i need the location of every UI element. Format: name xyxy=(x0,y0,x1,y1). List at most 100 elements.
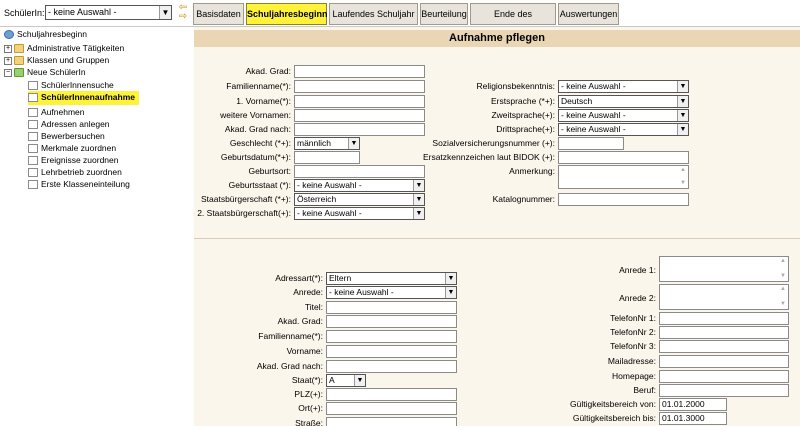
tab-beurteilung[interactable]: Beurteilung xyxy=(420,3,468,25)
anrede-select[interactable]: - keine Auswahl - ▼ xyxy=(326,286,457,299)
tree-item-klassen[interactable]: + Klassen und Gruppen xyxy=(4,54,109,66)
scroll-down-icon[interactable]: ▼ xyxy=(780,273,786,280)
tree-child-lehrbetrieb[interactable]: Lehrbetrieb zuordnen xyxy=(28,166,122,178)
swap-arrows-icon[interactable]: ⇦ ⇨ xyxy=(176,3,190,22)
tree-child-adressen-anlegen[interactable]: Adressen anlegen xyxy=(28,118,110,130)
geschlecht-select[interactable]: männlich ▼ xyxy=(294,137,360,150)
tree-child-label: Aufnehmen xyxy=(41,107,85,117)
telefon-3-input[interactable] xyxy=(659,340,789,353)
scroll-up-icon[interactable]: ▲ xyxy=(680,167,686,174)
tree-child-label: Erste Klasseneinteilung xyxy=(41,179,130,189)
sozialversicherung-input[interactable] xyxy=(558,137,624,150)
tree-child-klasseneinteilung[interactable]: Erste Klasseneinteilung xyxy=(28,178,130,190)
chevron-down-icon: ▼ xyxy=(677,110,688,121)
tree-item-label: Administrative Tätigkeiten xyxy=(27,43,125,53)
tab-ende-des-schuljahres[interactable]: Ende des Schuljahres xyxy=(470,3,556,39)
collapse-icon[interactable]: − xyxy=(4,68,12,77)
geburtsdatum-input[interactable] xyxy=(294,151,360,164)
gueltig-von-input[interactable]: 01.01.2000 xyxy=(659,398,727,411)
anmerkung-textarea[interactable]: ▲ ▼ xyxy=(558,165,689,189)
titel-input[interactable] xyxy=(326,301,457,314)
strasse-input[interactable] xyxy=(326,417,457,426)
staatsbuergerschaft-select[interactable]: Österreich ▼ xyxy=(294,193,425,206)
scroll-down-icon[interactable]: ▼ xyxy=(680,180,686,187)
label-addr-familienname: Familienname(*): xyxy=(258,331,323,341)
religion-select[interactable]: - keine Auswahl - ▼ xyxy=(558,80,689,93)
student-select-value: - keine Auswahl - xyxy=(48,7,117,17)
vorname-input[interactable] xyxy=(294,95,425,108)
tree-child-schuelerinnensuche[interactable]: SchülerInnensuche xyxy=(28,79,114,91)
label-geschlecht: Geschlecht (*+): xyxy=(229,138,291,148)
telefon-2-input[interactable] xyxy=(659,326,789,339)
anrede-2-textarea[interactable]: ▲ ▼ xyxy=(659,284,789,310)
ersatzkennzeichen-input[interactable] xyxy=(558,151,689,164)
tree-child-bewerbersuchen[interactable]: Bewerbersuchen xyxy=(28,130,105,142)
drittsprache-select[interactable]: - keine Auswahl - ▼ xyxy=(558,123,689,136)
tree-child-ereignisse[interactable]: Ereignisse zuordnen xyxy=(28,154,119,166)
adressart-value: Eltern xyxy=(329,273,352,283)
document-icon xyxy=(28,108,38,118)
scroll-up-icon[interactable]: ▲ xyxy=(780,286,786,293)
erstsprache-value: Deutsch xyxy=(561,96,593,106)
geburtsstaat-select[interactable]: - keine Auswahl - ▼ xyxy=(294,179,425,192)
katalognummer-input[interactable] xyxy=(558,193,689,206)
addr-akad-grad-nach-input[interactable] xyxy=(326,360,457,373)
addr-vorname-input[interactable] xyxy=(326,345,457,358)
ort-input[interactable] xyxy=(326,402,457,415)
zweitsprache-select[interactable]: - keine Auswahl - ▼ xyxy=(558,109,689,122)
akad-grad-nach-input[interactable] xyxy=(294,123,425,136)
gueltig-bis-input[interactable]: 01.01.3000 xyxy=(659,412,727,425)
drittsprache-value: - keine Auswahl - xyxy=(561,124,626,134)
expand-icon[interactable]: + xyxy=(4,56,12,65)
student-select[interactable]: - keine Auswahl - ▼ xyxy=(45,5,172,20)
addr-familienname-input[interactable] xyxy=(326,330,457,343)
label-addr-vorname: Vorname: xyxy=(286,346,323,356)
addr-akad-grad-input[interactable] xyxy=(326,315,457,328)
tab-laufendes-schuljahr[interactable]: Laufendes Schuljahr xyxy=(329,3,418,25)
anrede-1-textarea[interactable]: ▲ ▼ xyxy=(659,256,789,282)
beruf-input[interactable] xyxy=(659,384,789,397)
staat-value: A xyxy=(329,375,335,385)
plz-input[interactable] xyxy=(326,388,457,401)
tree-item-label: Neue SchülerIn xyxy=(27,67,86,77)
akad-grad-input[interactable] xyxy=(294,65,425,78)
tree-child-merkmale[interactable]: Merkmale zuordnen xyxy=(28,142,116,154)
tree-child-label: Adressen anlegen xyxy=(41,119,110,129)
expand-icon[interactable]: + xyxy=(4,44,12,53)
mailadresse-input[interactable] xyxy=(659,355,789,368)
telefon-1-input[interactable] xyxy=(659,312,789,325)
staat-select[interactable]: A ▼ xyxy=(326,374,366,387)
tree-child-schuelerinnenaufnahme[interactable]: SchülerInnenaufnahme xyxy=(28,91,139,105)
religion-value: - keine Auswahl - xyxy=(561,81,626,91)
label-ersatzkennzeichen: Ersatzkennzeichen laut BIDOK (+): xyxy=(422,152,555,162)
erstsprache-select[interactable]: Deutsch ▼ xyxy=(558,95,689,108)
label-drittsprache: Drittsprache(+): xyxy=(496,124,555,134)
document-icon xyxy=(28,93,38,103)
tree-child-label: Ereignisse zuordnen xyxy=(41,155,119,165)
chevron-down-icon: ▼ xyxy=(413,180,424,191)
sidebar-tree: Schuljahresbeginn + Administrative Tätigk… xyxy=(0,27,192,426)
geburtsort-input[interactable] xyxy=(294,165,425,178)
adressart-select[interactable]: Eltern ▼ xyxy=(326,272,457,285)
tab-auswertungen[interactable]: Auswertungen xyxy=(558,3,619,25)
label-staatsbuergerschaft: Staatsbürgerschaft (*+): xyxy=(200,194,291,204)
tab-schuljahresbeginn[interactable]: Schuljahresbeginn xyxy=(246,3,328,25)
tab-basisdaten[interactable]: Basisdaten xyxy=(193,3,244,25)
label-telefon-1: TelefonNr 1: xyxy=(610,313,656,323)
label-gueltig-bis: Gültigkeitsbereich bis: xyxy=(572,413,656,423)
label-addr-akad-grad-nach: Akad. Grad nach: xyxy=(256,361,323,371)
scroll-down-icon[interactable]: ▼ xyxy=(780,301,786,308)
label-anmerkung: Anmerkung: xyxy=(509,166,555,176)
weitere-vornamen-input[interactable] xyxy=(294,109,425,122)
tree-item-neue-schuelerin[interactable]: − Neue SchülerIn xyxy=(4,66,86,78)
document-icon xyxy=(28,156,38,166)
document-icon xyxy=(28,81,38,91)
homepage-input[interactable] xyxy=(659,370,789,383)
scroll-up-icon[interactable]: ▲ xyxy=(780,258,786,265)
tree-child-aufnehmen[interactable]: Aufnehmen xyxy=(28,106,84,118)
tree-root[interactable]: Schuljahresbeginn xyxy=(4,28,87,40)
staatsbuergerschaft-2-select[interactable]: - keine Auswahl - ▼ xyxy=(294,207,425,220)
familienname-input[interactable] xyxy=(294,80,425,93)
tree-item-administrative[interactable]: + Administrative Tätigkeiten xyxy=(4,42,124,54)
geburtsstaat-value: - keine Auswahl - xyxy=(297,180,362,190)
